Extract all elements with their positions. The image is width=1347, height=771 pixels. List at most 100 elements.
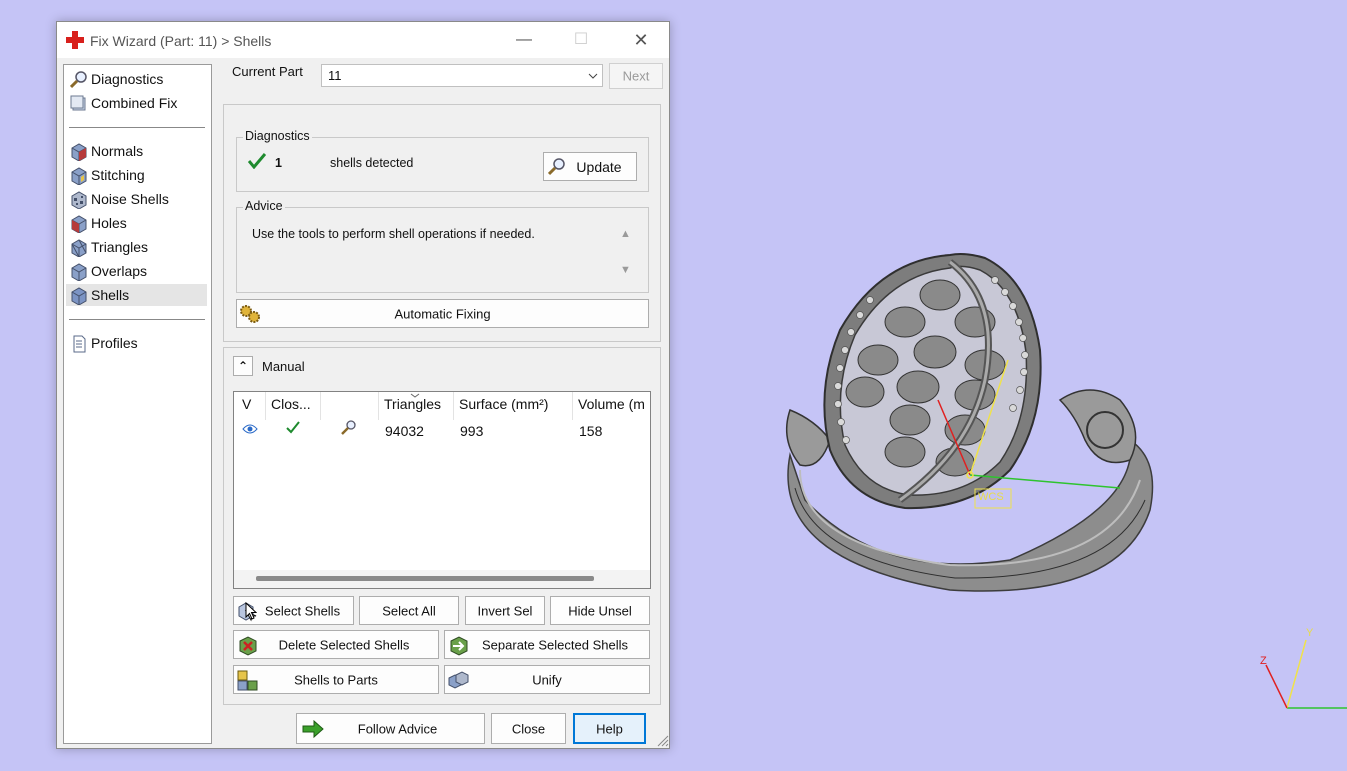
- sidebar-item-label: Shells: [91, 287, 130, 303]
- sidebar-item-label: Triangles: [91, 239, 149, 255]
- hide-unsel-label: Hide Unsel: [568, 603, 632, 618]
- manual-label: Manual: [262, 359, 305, 374]
- column-header-volume[interactable]: Volume (m: [578, 396, 645, 412]
- delete-selected-shells-button[interactable]: Delete Selected Shells: [233, 630, 439, 659]
- invert-selection-button[interactable]: Invert Sel: [465, 596, 545, 625]
- current-part-select[interactable]: 11: [321, 64, 603, 87]
- column-header-surface[interactable]: Surface (mm²): [459, 396, 548, 412]
- noise-shells-cube-icon: [71, 191, 87, 209]
- sidebar-item-label: Profiles: [91, 335, 138, 351]
- combined-fix-icon: [70, 95, 86, 111]
- magnifier-icon: [70, 71, 87, 89]
- advice-group: Advice Use the tools to perform shell op…: [236, 199, 649, 293]
- help-button[interactable]: Help: [573, 713, 646, 744]
- column-divider: [572, 392, 573, 420]
- sidebar-item-label: Combined Fix: [91, 95, 178, 111]
- select-all-label: Select All: [382, 603, 436, 618]
- hide-unselected-button[interactable]: Hide Unsel: [550, 596, 650, 625]
- sidebar-item-normals[interactable]: Normals: [66, 140, 207, 162]
- delete-selected-label: Delete Selected Shells: [278, 637, 410, 652]
- minimize-button[interactable]: —: [501, 22, 547, 58]
- column-header-triangles[interactable]: Triangles: [384, 396, 441, 412]
- advice-legend: Advice: [243, 199, 285, 213]
- select-all-button[interactable]: Select All: [359, 596, 459, 625]
- sidebar-item-diagnostics[interactable]: Diagnostics: [66, 68, 207, 90]
- scrollbar-thumb[interactable]: [256, 576, 594, 581]
- wizard-navigation: Diagnostics Combined Fix Normals Stitchi…: [63, 64, 212, 744]
- follow-advice-button[interactable]: Follow Advice: [296, 713, 485, 744]
- sidebar-item-overlaps[interactable]: Overlaps: [66, 260, 207, 282]
- sidebar-item-label: Overlaps: [91, 263, 148, 279]
- diagnostics-status-text: shells detected: [330, 156, 414, 170]
- cell-triangles: 94032: [385, 423, 424, 439]
- automatic-fixing-button[interactable]: Automatic Fixing: [236, 299, 649, 328]
- orientation-triad: [1265, 639, 1347, 709]
- horizontal-scrollbar[interactable]: [234, 570, 650, 588]
- nav-divider: [69, 127, 205, 128]
- ring-model: [785, 253, 1154, 592]
- collapse-manual-button[interactable]: ⌃: [233, 356, 253, 376]
- overlaps-cube-icon: [71, 263, 87, 281]
- fix-wizard-dialog: Fix Wizard (Part: 11) > Shells — ☐ ✕ Dia…: [56, 21, 670, 749]
- column-divider: [378, 392, 379, 420]
- close-window-button[interactable]: ✕: [618, 22, 664, 58]
- sidebar-item-label: Holes: [91, 215, 127, 231]
- shells-to-parts-label: Shells to Parts: [294, 672, 378, 687]
- column-header-closed[interactable]: Clos...: [271, 396, 311, 412]
- advice-scroll-down[interactable]: ▼: [620, 264, 631, 276]
- select-shells-label: Select Shells: [264, 603, 341, 618]
- separate-selected-label: Separate Selected Shells: [482, 637, 628, 652]
- window-title: Fix Wizard (Part: 11) > Shells: [90, 33, 272, 49]
- column-header-visible[interactable]: V: [242, 396, 251, 412]
- triad-z-label: Z: [1260, 655, 1267, 667]
- sidebar-item-triangles[interactable]: Triangles: [66, 236, 207, 258]
- shells-table[interactable]: V Clos... Triangles Surface (mm²) Volume…: [233, 391, 651, 589]
- diagnostics-legend: Diagnostics: [243, 129, 312, 143]
- sidebar-item-label: Normals: [91, 143, 144, 159]
- sidebar-item-shells[interactable]: Shells: [66, 284, 207, 306]
- document-icon: [73, 335, 86, 353]
- inspect-shell-icon[interactable]: [341, 420, 357, 436]
- chevron-down-icon: [588, 73, 598, 79]
- column-divider: [320, 392, 321, 420]
- automatic-fixing-label: Automatic Fixing: [394, 306, 491, 321]
- shells-to-parts-button[interactable]: Shells to Parts: [233, 665, 439, 694]
- title-bar[interactable]: Fix Wizard (Part: 11) > Shells — ☐ ✕: [57, 22, 669, 58]
- triangles-cube-icon: [71, 239, 87, 257]
- close-button[interactable]: Close: [491, 713, 566, 744]
- wcs-label: WCS: [978, 491, 1004, 503]
- cell-volume: 158: [579, 423, 603, 439]
- advice-scroll-up[interactable]: ▲: [620, 228, 631, 240]
- holes-cube-icon: [71, 215, 87, 233]
- separate-selected-shells-button[interactable]: Separate Selected Shells: [444, 630, 650, 659]
- nav-divider: [69, 319, 205, 320]
- triad-y-label: Y: [1306, 627, 1314, 639]
- stitching-cube-icon: [71, 167, 87, 185]
- update-button[interactable]: Update: [543, 152, 637, 181]
- sidebar-item-noise-shells[interactable]: Noise Shells: [66, 188, 207, 210]
- follow-advice-label: Follow Advice: [357, 721, 438, 736]
- advice-text: Use the tools to perform shell operation…: [252, 227, 535, 241]
- sidebar-item-combined-fix[interactable]: Combined Fix: [66, 92, 207, 114]
- help-label: Help: [596, 721, 623, 736]
- sidebar-item-holes[interactable]: Holes: [66, 212, 207, 234]
- unify-button[interactable]: Unify: [444, 665, 650, 694]
- red-cross-icon: [66, 31, 84, 49]
- checkmark-icon: [248, 153, 266, 169]
- current-part-label: Current Part: [232, 64, 303, 79]
- sidebar-item-label: Noise Shells: [91, 191, 169, 207]
- mouse-cursor-icon: [245, 602, 257, 620]
- closed-check-icon: [286, 421, 300, 434]
- eye-icon[interactable]: [242, 423, 258, 435]
- next-part-label: Next: [622, 68, 650, 84]
- resize-grip-icon[interactable]: [657, 735, 669, 747]
- shells-cube-icon: [71, 287, 87, 305]
- maximize-button[interactable]: ☐: [558, 22, 604, 58]
- shell-count: 1: [275, 156, 282, 170]
- diagnostics-group: Diagnostics 1 shells detected Update: [236, 129, 649, 192]
- next-part-button[interactable]: Next: [609, 63, 663, 89]
- sidebar-item-stitching[interactable]: Stitching: [66, 164, 207, 186]
- sidebar-item-profiles[interactable]: Profiles: [66, 332, 207, 354]
- invert-sel-label: Invert Sel: [477, 603, 533, 618]
- column-divider: [453, 392, 454, 420]
